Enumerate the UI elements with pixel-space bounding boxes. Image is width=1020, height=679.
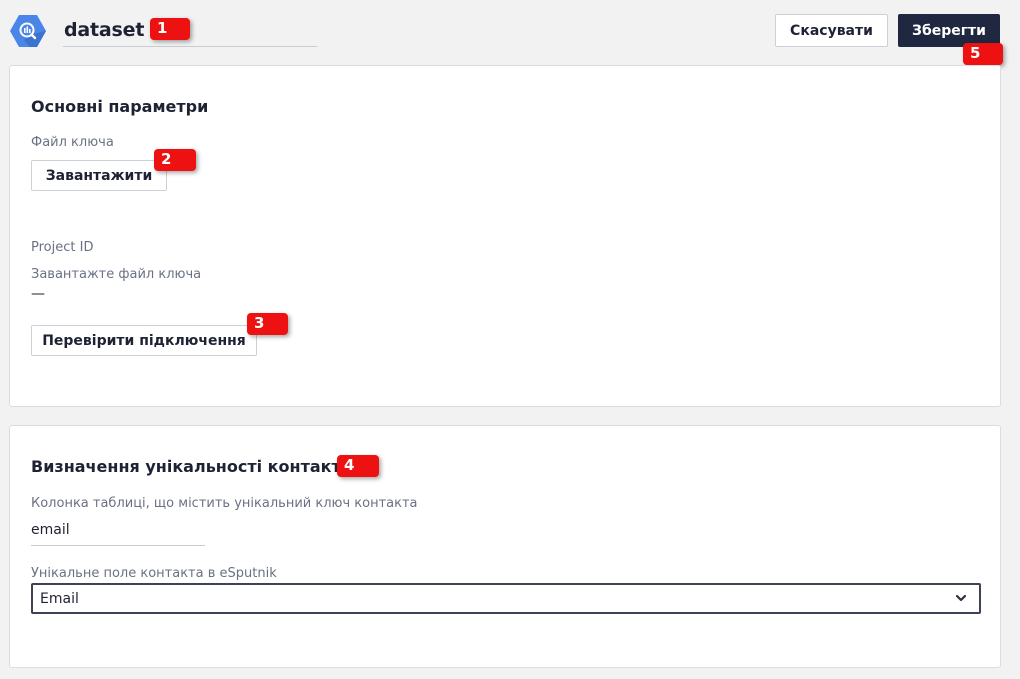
column-input-value: email — [31, 522, 70, 538]
upload-button[interactable]: Завантажити — [31, 160, 167, 191]
annotation-badge-1: 1 — [150, 18, 190, 40]
key-file-label: Файл ключа — [31, 135, 114, 150]
dataset-name-field[interactable]: dataset — [63, 17, 317, 47]
project-id-hint: Завантажте файл ключа — [31, 267, 202, 282]
project-id-value: — — [31, 286, 45, 302]
section-title-main: Основні параметри — [31, 97, 209, 116]
page-title: dataset — [64, 19, 145, 41]
chevron-down-icon — [955, 594, 967, 602]
annotation-badge-3: 3 — [247, 313, 288, 335]
header: dataset 1 Скасувати Зберегти 5 — [0, 0, 1020, 65]
section-title-uniqueness: Визначення унікальності контакта — [31, 457, 352, 476]
select-value: Email — [40, 591, 79, 607]
annotation-badge-4: 4 — [337, 455, 379, 477]
main-settings-card: Основні параметри Файл ключа Завантажити… — [9, 65, 1001, 407]
annotation-badge-2: 2 — [154, 149, 196, 171]
bigquery-logo-icon — [10, 15, 46, 47]
column-input[interactable]: email — [31, 516, 205, 546]
project-id-label: Project ID — [31, 240, 94, 255]
uniqueness-card: Визначення унікальності контакта 4 Колон… — [9, 425, 1001, 668]
check-connection-button[interactable]: Перевірити підключення — [31, 325, 257, 356]
column-label: Колонка таблиці, що містить унікальний к… — [31, 496, 418, 511]
cancel-button[interactable]: Скасувати — [775, 14, 888, 47]
field-label: Унікальне поле контакта в eSputnik — [31, 566, 277, 581]
annotation-badge-5: 5 — [963, 43, 1003, 65]
unique-field-select[interactable]: Email — [31, 583, 981, 614]
